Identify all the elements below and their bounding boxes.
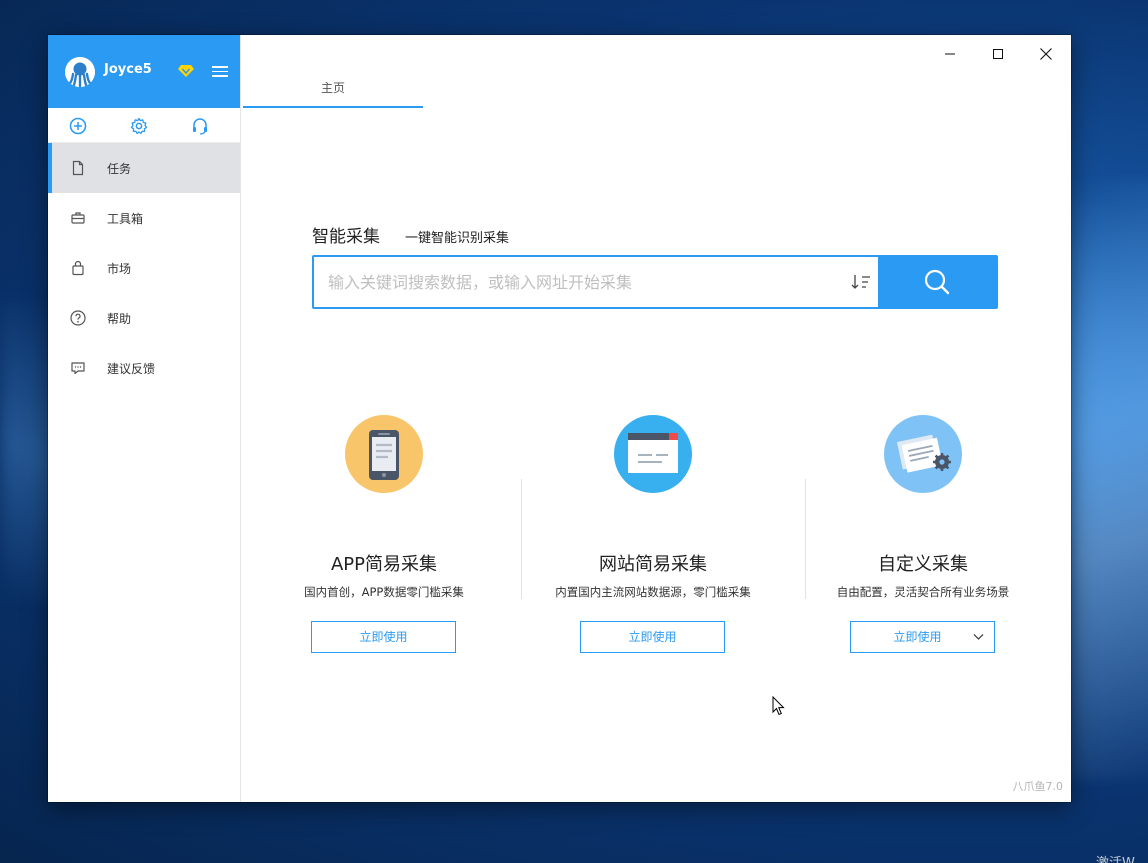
main-content: 主页 智能采集 一键智能识别采集 输入关键词搜索数据，或输入网址开始采集 APP… xyxy=(241,35,1071,802)
app-collect-use-button[interactable]: 立即使用 xyxy=(311,621,456,653)
quick-actions-bar xyxy=(48,108,240,143)
app-collect-card: APP简易采集 国内首创，APP数据零门槛采集 立即使用 xyxy=(249,410,519,670)
sidebar-item-label: 市场 xyxy=(107,262,132,276)
app-card-badge xyxy=(345,415,423,493)
card-title: 网站简易采集 xyxy=(599,554,707,575)
avatar[interactable] xyxy=(65,57,95,87)
version-label: 八爪鱼7.0 xyxy=(1012,780,1064,793)
card-description: 国内首创，APP数据零门槛采集 xyxy=(304,585,464,599)
username[interactable]: Joyce5 xyxy=(104,62,152,77)
desktop-watermark: 激活W xyxy=(1096,852,1135,863)
sidebar-item-market[interactable]: 市场 xyxy=(48,243,240,293)
mouse-cursor-icon xyxy=(772,696,785,716)
tab-home[interactable]: 主页 xyxy=(243,73,423,108)
card-description: 内置国内主流网站数据源，零门槛采集 xyxy=(555,585,751,599)
smart-collect-title: 智能采集 xyxy=(312,227,380,247)
close-icon[interactable] xyxy=(1031,43,1061,65)
app-window: Joyce5 任务 工具箱 市场 帮助 建议反馈 主页 智能采集 一键智能识别采… xyxy=(48,35,1071,802)
sidebar-item-tasks[interactable]: 任务 xyxy=(48,143,240,193)
custom-collect-use-button[interactable]: 立即使用 xyxy=(850,621,995,653)
shopping-bag-icon xyxy=(72,260,84,276)
desktop-light-streak xyxy=(1070,180,1148,780)
octopus-logo-icon xyxy=(65,57,95,87)
maximize-icon[interactable] xyxy=(983,43,1013,65)
vip-diamond-icon[interactable] xyxy=(178,64,194,78)
headset-icon[interactable] xyxy=(191,117,209,135)
chevron-down-icon[interactable] xyxy=(973,633,984,641)
toolbox-icon xyxy=(71,212,85,224)
add-circle-icon[interactable] xyxy=(69,117,87,135)
web-collect-card: 网站简易采集 内置国内主流网站数据源，零门槛采集 立即使用 xyxy=(518,410,788,670)
sidebar-item-label: 帮助 xyxy=(107,312,132,326)
smart-collect-subtitle: 一键智能识别采集 xyxy=(405,231,510,246)
search-box xyxy=(312,255,998,309)
sidebar-header: Joyce5 xyxy=(48,35,240,108)
sidebar-item-label: 工具箱 xyxy=(107,212,144,226)
sidebar-item-label: 建议反馈 xyxy=(107,362,156,376)
gear-icon[interactable] xyxy=(130,117,148,135)
search-input[interactable] xyxy=(314,257,834,307)
phone-icon xyxy=(369,430,399,480)
web-collect-use-button[interactable]: 立即使用 xyxy=(580,621,725,653)
search-icon xyxy=(924,269,950,295)
hamburger-menu-icon[interactable] xyxy=(212,66,228,78)
custom-card-badge xyxy=(884,415,962,493)
sort-icon[interactable] xyxy=(850,273,872,291)
sidebar-item-toolbox[interactable]: 工具箱 xyxy=(48,193,240,243)
browser-window-icon xyxy=(628,433,678,473)
minimize-icon[interactable] xyxy=(935,43,965,65)
sidebar: Joyce5 任务 工具箱 市场 帮助 建议反馈 xyxy=(48,35,241,802)
sidebar-item-label: 任务 xyxy=(107,162,132,176)
button-label: 立即使用 xyxy=(893,630,942,644)
search-button[interactable] xyxy=(878,255,998,309)
sidebar-item-help[interactable]: 帮助 xyxy=(48,293,240,343)
sidebar-item-feedback[interactable]: 建议反馈 xyxy=(48,343,240,393)
help-icon xyxy=(70,310,86,326)
file-icon xyxy=(72,160,84,176)
documents-gear-icon xyxy=(896,434,951,473)
feedback-icon xyxy=(71,362,85,375)
card-title: APP简易采集 xyxy=(330,554,438,575)
custom-collect-card: 自定义采集 自由配置，灵活契合所有业务场景 立即使用 xyxy=(788,410,1058,670)
card-description: 自由配置，灵活契合所有业务场景 xyxy=(836,585,1010,599)
card-title: 自定义采集 xyxy=(878,554,968,575)
web-card-badge xyxy=(614,415,692,493)
